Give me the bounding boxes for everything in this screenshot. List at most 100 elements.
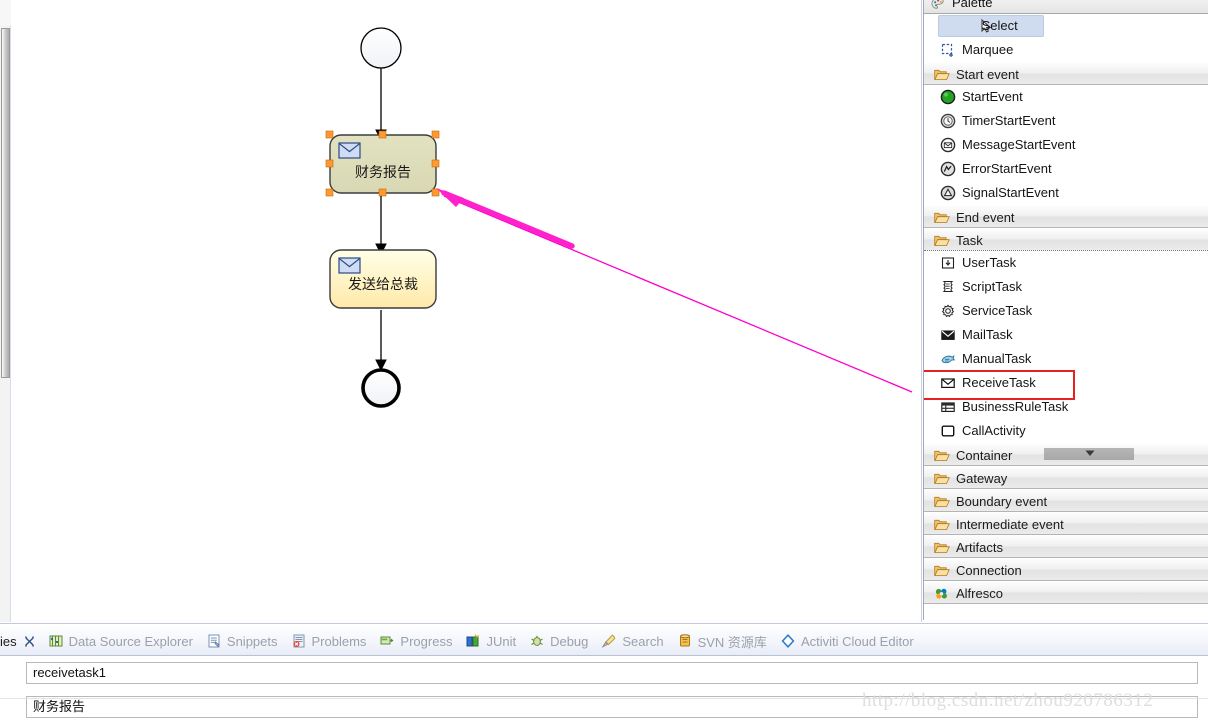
palette-scroll-down-button[interactable]: [1044, 448, 1134, 460]
watermark-text: http://blog.csdn.net/zhou920786312: [862, 690, 1154, 711]
start-event-node[interactable]: [360, 27, 402, 69]
palette-body[interactable]: Select Marquee Start event StartEvent Ti…: [924, 14, 1208, 620]
palette-start-event-items: StartEvent TimerStartEvent MessageStartE…: [924, 85, 1208, 205]
palette-task-items: UserTask ScriptTask ServiceTask MailTask…: [924, 251, 1208, 443]
palette-item-errorstartevent-label: ErrorStartEvent: [962, 161, 1052, 176]
view-tab-properties[interactable]: ies: [0, 628, 42, 654]
palette-group-task[interactable]: Task: [924, 228, 1208, 251]
debug-icon: [531, 635, 543, 646]
end-event-node[interactable]: [361, 368, 401, 408]
palette-title: Palette: [952, 0, 993, 10]
palette-group-connection-label: Connection: [956, 563, 1022, 578]
mail-task-icon: [941, 330, 955, 340]
palette-tool-marquee[interactable]: Marquee: [924, 38, 1208, 62]
folder-open-icon: [934, 235, 950, 246]
palette-item-timerstartevent[interactable]: TimerStartEvent: [924, 109, 1208, 133]
view-tab-debug-label: Debug: [550, 633, 589, 649]
user-task-icon: [941, 257, 955, 269]
task-node-send-to-ceo[interactable]: 发送给总裁: [329, 249, 437, 309]
folder-open-icon: [934, 473, 950, 484]
palette-group-connection[interactable]: Connection: [924, 558, 1208, 581]
palette-title-bar: Palette: [924, 0, 1208, 14]
palette-group-alfresco[interactable]: Alfresco: [924, 581, 1208, 604]
business-rule-task-icon: [941, 402, 955, 412]
palette-item-mailtask[interactable]: MailTask: [924, 323, 1208, 347]
palette-item-messagestartevent-label: MessageStartEvent: [962, 137, 1076, 152]
palette-group-boundary-event-label: Boundary event: [956, 494, 1048, 509]
view-tab-activiti-cloud-editor-label: Activiti Cloud Editor: [800, 633, 914, 649]
scrollbar-thumb[interactable]: [1, 28, 10, 378]
palette-item-usertask-label: UserTask: [962, 255, 1017, 270]
palette-item-startevent[interactable]: StartEvent: [924, 85, 1208, 109]
script-task-icon: [942, 281, 954, 292]
palette-group-gateway-label: Gateway: [956, 471, 1008, 486]
palette-tool-marquee-label: Marquee: [962, 42, 1014, 57]
view-tab-problems[interactable]: Problems: [285, 628, 374, 654]
message-start-event-icon: [940, 137, 956, 153]
palette-panel: Palette Select Marquee Start event Start…: [923, 0, 1208, 620]
properties-form: receivetask1 财务报告: [0, 656, 1208, 722]
palette-group-gateway[interactable]: Gateway: [924, 466, 1208, 489]
palette-item-scripttask-label: ScriptTask: [962, 279, 1022, 294]
task-node-financial-report[interactable]: 财务报告: [325, 130, 440, 197]
palette-group-intermediate-event-label: Intermediate event: [956, 517, 1064, 532]
palette-item-scripttask[interactable]: ScriptTask: [924, 275, 1208, 299]
alfresco-icon: [935, 588, 947, 599]
palette-item-messagestartevent[interactable]: MessageStartEvent: [924, 133, 1208, 157]
palette-item-usertask[interactable]: UserTask: [924, 251, 1208, 275]
view-tab-snippets[interactable]: Snippets: [200, 628, 285, 654]
palette-item-receivetask[interactable]: ReceiveTask: [924, 370, 1208, 400]
left-vertical-scrollbar[interactable]: [0, 0, 11, 622]
view-tab-activiti-cloud-editor[interactable]: Activiti Cloud Editor: [774, 628, 921, 654]
palette-group-end-event[interactable]: End event: [924, 205, 1208, 228]
palette-item-signalstartevent-label: SignalStartEvent: [962, 185, 1059, 200]
progress-icon: [380, 636, 394, 645]
close-icon[interactable]: [24, 636, 35, 647]
view-tab-search[interactable]: Search: [595, 628, 670, 654]
view-tab-debug[interactable]: Debug: [523, 628, 595, 654]
manual-task-icon: [941, 355, 956, 364]
palette-item-businessruletask-label: BusinessRuleTask: [962, 399, 1069, 414]
palette-tool-select[interactable]: Select: [924, 14, 1208, 38]
palette-item-signalstartevent[interactable]: SignalStartEvent: [924, 181, 1208, 205]
view-tab-svn-repository[interactable]: SVN 资源库: [671, 628, 774, 654]
palette-item-errorstartevent[interactable]: ErrorStartEvent: [924, 157, 1208, 181]
palette-tools-section: Select Marquee: [924, 14, 1208, 62]
palette-group-artifacts[interactable]: Artifacts: [924, 535, 1208, 558]
view-tab-progress-label: Progress: [400, 633, 453, 649]
view-tab-junit[interactable]: JUnit: [459, 628, 523, 654]
view-tab-properties-label: ies: [0, 633, 17, 649]
svn-repository-icon: [679, 634, 690, 647]
palette-group-container-label: Container: [956, 448, 1013, 463]
data-source-explorer-icon: [49, 635, 63, 647]
folder-open-icon: [934, 519, 950, 530]
signal-start-event-icon: [940, 185, 956, 201]
palette-group-boundary-event[interactable]: Boundary event: [924, 489, 1208, 512]
diagram-svg: 财务报告 发送给总裁: [325, 27, 913, 408]
view-tab-junit-label: JUnit: [486, 633, 517, 649]
palette-group-alfresco-label: Alfresco: [956, 586, 1003, 601]
scrollbar-track-top: [0, 0, 11, 26]
palette-item-servicetask[interactable]: ServiceTask: [924, 299, 1208, 323]
folder-open-icon: [934, 69, 950, 80]
palette-group-end-event-label: End event: [956, 210, 1015, 225]
folder-open-icon: [934, 450, 950, 461]
view-tab-problems-label: Problems: [311, 633, 367, 649]
view-tab-data-source-explorer[interactable]: Data Source Explorer: [42, 628, 200, 654]
task-id-input[interactable]: receivetask1: [26, 662, 1198, 684]
activiti-cloud-editor-icon: [781, 634, 795, 648]
view-tab-progress[interactable]: Progress: [373, 628, 459, 654]
folder-open-icon: [934, 565, 950, 576]
view-tab-svn-repository-label: SVN 资源库: [697, 634, 767, 650]
palette-group-intermediate-event[interactable]: Intermediate event: [924, 512, 1208, 535]
bpmn-diagram-canvas[interactable]: 财务报告 发送给总裁: [12, 0, 922, 622]
palette-item-callactivity[interactable]: CallActivity: [924, 419, 1208, 443]
palette-item-manualtask[interactable]: ManualTask: [924, 347, 1208, 371]
palette-item-startevent-label: StartEvent: [962, 89, 1023, 104]
task-label-2: 发送给总裁: [348, 277, 418, 293]
palette-group-start-event[interactable]: Start event: [924, 62, 1208, 85]
error-start-event-icon: [940, 161, 956, 177]
annotation-arrow: [436, 188, 913, 393]
eclipse-activiti-editor-window: 财务报告 发送给总裁 Palette Select Marquee Start …: [0, 0, 1208, 722]
folder-open-icon: [934, 542, 950, 553]
